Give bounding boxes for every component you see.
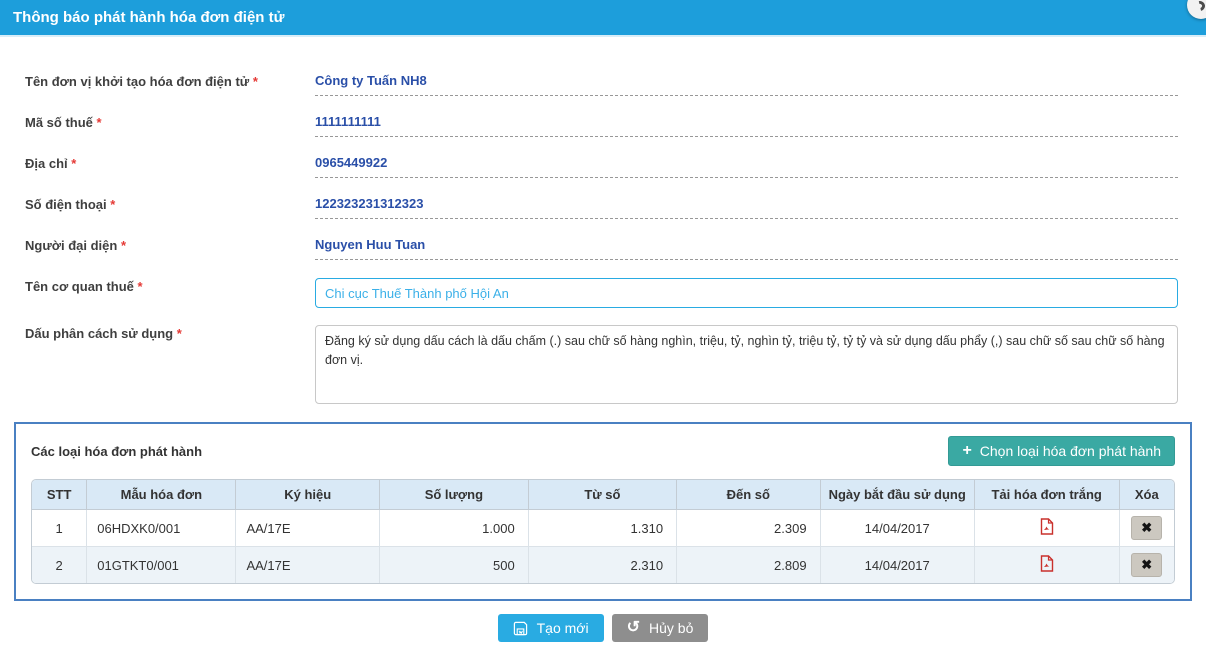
representative-label: Người đại diện *: [25, 237, 315, 253]
cell-start-date: 14/04/2017: [820, 510, 974, 547]
titlebar: Thông báo phát hành hóa đơn điện tử: [0, 0, 1206, 37]
cell-stt: 1: [32, 510, 87, 547]
cell-start-date: 14/04/2017: [820, 547, 974, 584]
pdf-file-icon: [1040, 555, 1054, 572]
address-label: Địa chỉ *: [25, 155, 315, 171]
download-blank-invoice-link[interactable]: [1040, 518, 1054, 535]
unit-name-label: Tên đơn vị khởi tạo hóa đơn điện tử *: [25, 73, 315, 89]
cell-template: 01GTKT0/001: [87, 547, 236, 584]
cancel-button[interactable]: ↺ Hủy bỏ: [612, 614, 709, 642]
footer-actions: Tạo mới ↺ Hủy bỏ: [0, 614, 1206, 642]
field-row-representative: Người đại diện * Nguyen Huu Tuan: [25, 237, 1178, 260]
field-row-unit-name: Tên đơn vị khởi tạo hóa đơn điện tử * Cô…: [25, 73, 1178, 96]
col-header-to: Đến số: [677, 480, 821, 510]
col-header-blank-invoice: Tải hóa đơn trắng: [974, 480, 1119, 510]
required-mark: *: [253, 74, 258, 89]
cell-symbol: AA/17E: [236, 547, 380, 584]
corner-widget-button[interactable]: [1187, 0, 1206, 19]
cell-to: 2.309: [677, 510, 821, 547]
field-row-tax-office: Tên cơ quan thuế *: [25, 278, 1178, 308]
phone-value: 122323231312323: [315, 196, 1178, 219]
delete-row-button[interactable]: ✖: [1131, 553, 1162, 577]
field-row-separator: Dấu phân cách sử dụng * Đăng ký sử dụng …: [25, 325, 1178, 407]
tax-code-label: Mã số thuế *: [25, 114, 315, 130]
col-header-from: Từ số: [528, 480, 676, 510]
phone-label: Số điện thoại *: [25, 196, 315, 212]
col-header-symbol: Ký hiệu: [236, 480, 380, 510]
invoice-types-panel: Các loại hóa đơn phát hành + Chọn loại h…: [14, 422, 1192, 601]
field-row-tax-code: Mã số thuế * 1111111111: [25, 114, 1178, 137]
table-row: 1 06HDXK0/001 AA/17E 1.000 1.310 2.309 1…: [32, 510, 1174, 547]
required-mark: *: [110, 197, 115, 212]
col-header-quantity: Số lượng: [380, 480, 529, 510]
cell-from: 1.310: [528, 510, 676, 547]
separator-label: Dấu phân cách sử dụng *: [25, 325, 315, 341]
cell-template: 06HDXK0/001: [87, 510, 236, 547]
field-row-address: Địa chỉ * 0965449922: [25, 155, 1178, 178]
cell-stt: 2: [32, 547, 87, 584]
pdf-file-icon: [1040, 518, 1054, 535]
cell-symbol: AA/17E: [236, 510, 380, 547]
create-new-button[interactable]: Tạo mới: [498, 614, 604, 642]
required-mark: *: [138, 279, 143, 294]
cell-quantity: 1.000: [380, 510, 529, 547]
col-header-delete: Xóa: [1119, 480, 1174, 510]
download-blank-invoice-link[interactable]: [1040, 555, 1054, 572]
col-header-stt: STT: [32, 480, 87, 510]
tax-code-value: 1111111111: [315, 114, 1178, 137]
table-header-row: STT Mẫu hóa đơn Ký hiệu Số lượng Từ số Đ…: [32, 480, 1174, 510]
col-header-start-date: Ngày bắt đầu sử dụng: [820, 480, 974, 510]
tax-office-label: Tên cơ quan thuế *: [25, 278, 315, 294]
required-mark: *: [121, 238, 126, 253]
col-header-template: Mẫu hóa đơn: [87, 480, 236, 510]
required-mark: *: [71, 156, 76, 171]
address-value: 0965449922: [315, 155, 1178, 178]
unit-name-value: Công ty Tuấn NH8: [315, 73, 1178, 96]
cell-to: 2.809: [677, 547, 821, 584]
plus-icon: +: [962, 443, 971, 459]
tax-office-input[interactable]: [315, 278, 1178, 308]
cell-from: 2.310: [528, 547, 676, 584]
invoice-panel-title: Các loại hóa đơn phát hành: [31, 444, 202, 459]
field-row-phone: Số điện thoại * 122323231312323: [25, 196, 1178, 219]
wrench-icon: [1193, 0, 1206, 13]
table-row: 2 01GTKT0/001 AA/17E 500 2.310 2.809 14/…: [32, 547, 1174, 584]
separator-textarea[interactable]: Đăng ký sử dụng dấu cách là dấu chấm (.)…: [315, 325, 1178, 404]
cell-quantity: 500: [380, 547, 529, 584]
required-mark: *: [97, 115, 102, 130]
invoice-types-table: STT Mẫu hóa đơn Ký hiệu Số lượng Từ số Đ…: [31, 479, 1175, 584]
choose-invoice-type-button[interactable]: + Chọn loại hóa đơn phát hành: [948, 436, 1175, 466]
delete-row-button[interactable]: ✖: [1131, 516, 1162, 540]
issuance-form: Tên đơn vị khởi tạo hóa đơn điện tử * Cô…: [0, 37, 1206, 407]
representative-value: Nguyen Huu Tuan: [315, 237, 1178, 260]
page-title: Thông báo phát hành hóa đơn điện tử: [13, 9, 285, 26]
required-mark: *: [177, 326, 182, 341]
save-icon: [513, 621, 528, 636]
undo-icon: ↺: [627, 620, 640, 636]
